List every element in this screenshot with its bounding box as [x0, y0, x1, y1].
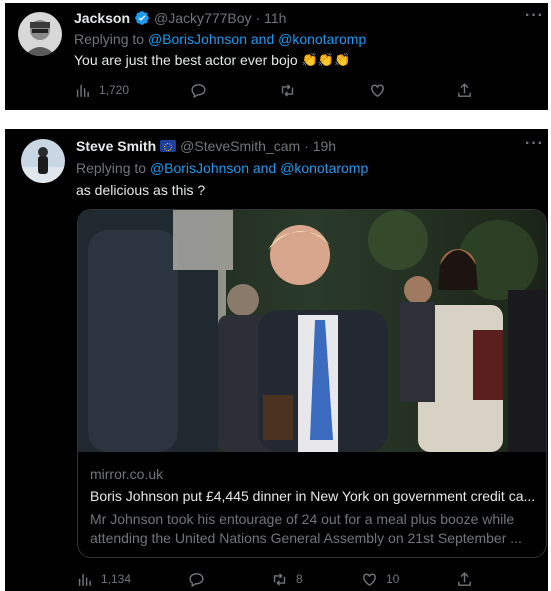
replying-prefix: Replying to	[76, 160, 147, 176]
share-action[interactable]	[456, 80, 473, 100]
retweet-icon	[281, 83, 294, 97]
tweet-text: as delicious as this ?	[76, 182, 205, 198]
user-handle[interactable]: @SteveSmith_cam	[180, 138, 300, 154]
like-action[interactable]: 10	[361, 569, 399, 589]
analytics-icon	[78, 573, 91, 586]
retweet-action[interactable]	[279, 80, 304, 100]
card-description: Mr Johnson took his entourage of 24 out …	[90, 510, 538, 548]
reply-mentions-link[interactable]: @BorisJohnson and @konotaromp	[148, 31, 366, 47]
clapping-emoji: 👏👏👏	[301, 52, 351, 67]
heart-icon	[363, 572, 376, 586]
card-description-line: Mr Johnson took his entourage of 24 out …	[90, 511, 515, 527]
article-photo[interactable]	[78, 210, 546, 452]
replying-to: Replying to @BorisJohnson and @konotarom…	[74, 31, 366, 47]
views-count: 1,134	[101, 572, 132, 586]
avatar[interactable]	[18, 12, 62, 56]
reply-icon	[189, 572, 204, 587]
heart-icon	[371, 83, 384, 97]
retweet-action[interactable]: 8	[271, 569, 303, 589]
reply-mentions-link[interactable]: @BorisJohnson and @konotaromp	[150, 160, 368, 176]
display-name[interactable]: Jackson	[74, 10, 130, 26]
analytics-icon	[76, 84, 89, 97]
share-icon	[458, 82, 471, 97]
retweet-count: 8	[296, 572, 303, 586]
more-options-icon[interactable]: ···	[525, 135, 544, 153]
user-handle[interactable]: @Jacky777Boy	[154, 10, 251, 26]
tweet-jackson[interactable]: Jackson @Jacky777Boy · 11h ··· Replying …	[5, 3, 548, 110]
eu-flag-icon	[160, 140, 177, 152]
tweet-text: You are just the best actor ever bojo 👏👏…	[74, 52, 350, 68]
tweet-header: Jackson @Jacky777Boy · 11h	[74, 10, 286, 26]
replying-prefix: Replying to	[74, 31, 145, 47]
action-bar: 1,134 8 10	[76, 569, 536, 589]
verified-badge-icon	[135, 11, 149, 25]
tweet-body: as delicious as this ?	[76, 182, 206, 198]
share-action[interactable]	[456, 569, 473, 589]
avatar[interactable]	[21, 139, 65, 183]
replying-to: Replying to @BorisJohnson and @konotarom…	[76, 160, 368, 176]
more-options-icon[interactable]: ···	[525, 7, 544, 25]
share-icon	[458, 571, 471, 586]
display-name[interactable]: Steve Smith	[76, 138, 156, 154]
like-count: 10	[386, 572, 400, 586]
action-bar: 1,720	[74, 80, 534, 100]
reply-action[interactable]	[188, 569, 213, 589]
card-domain: mirror.co.uk	[90, 466, 164, 482]
reply-icon	[191, 83, 206, 98]
link-preview-card[interactable]: mirror.co.uk Boris Johnson put £4,445 di…	[77, 209, 547, 558]
timestamp[interactable]: · 19h	[304, 138, 336, 154]
tweet-header: Steve Smith @SteveSmith_cam · 19h	[76, 138, 336, 154]
like-action[interactable]	[369, 80, 394, 100]
views-action[interactable]: 1,134	[76, 569, 131, 589]
card-title[interactable]: Boris Johnson put £4,445 dinner in New Y…	[90, 488, 538, 504]
timestamp[interactable]: · 11h	[256, 10, 287, 26]
views-count: 1,720	[99, 83, 130, 97]
retweet-icon	[273, 572, 286, 586]
card-description-line: attending the United Nations General Ass…	[90, 530, 522, 546]
views-action[interactable]: 1,720	[74, 80, 129, 100]
reply-action[interactable]	[190, 80, 215, 100]
tweet-steve-smith[interactable]: Steve Smith @SteveSmith_cam · 19h ··· Re…	[5, 129, 548, 591]
tweet-body: You are just the best actor ever bojo	[74, 52, 298, 68]
